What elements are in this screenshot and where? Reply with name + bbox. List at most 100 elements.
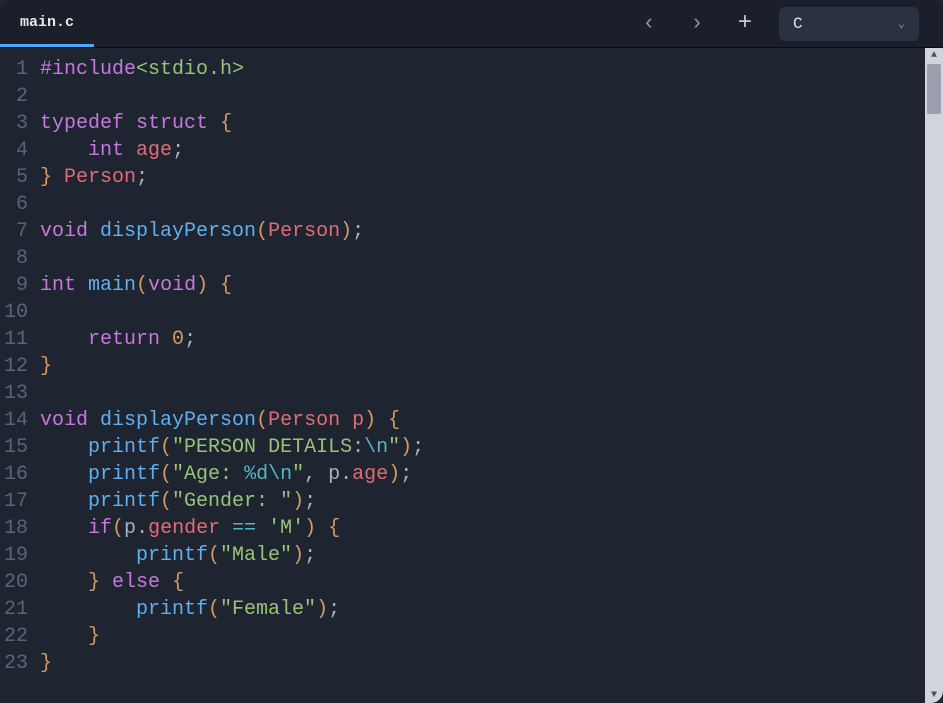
language-selector[interactable]: C ⌄ [779, 7, 919, 41]
code-content[interactable]: int main(void) { [40, 272, 925, 299]
scroll-up-arrow[interactable]: ▲ [925, 48, 943, 63]
line-number: 4 [0, 137, 40, 164]
nav-back-button[interactable]: ‹ [635, 10, 663, 38]
line-number: 12 [0, 353, 40, 380]
scroll-thumb[interactable] [927, 64, 941, 114]
code-line[interactable]: 15 printf("PERSON DETAILS:\n"); [0, 434, 925, 461]
line-number: 13 [0, 380, 40, 407]
code-content[interactable]: void displayPerson(Person p) { [40, 407, 925, 434]
line-number: 18 [0, 515, 40, 542]
token [52, 166, 64, 189]
code-line[interactable]: 3typedef struct { [0, 110, 925, 137]
token: void [40, 220, 88, 243]
code-content[interactable]: } else { [40, 569, 925, 596]
code-content[interactable]: void displayPerson(Person); [40, 218, 925, 245]
code-line[interactable]: 18 if(p.gender == 'M') { [0, 515, 925, 542]
code-content[interactable]: printf("Gender: "); [40, 488, 925, 515]
code-line[interactable]: 5} Person; [0, 164, 925, 191]
code-content[interactable]: if(p.gender == 'M') { [40, 515, 925, 542]
token: printf [136, 544, 208, 567]
token: ( [208, 544, 220, 567]
token: ; [304, 544, 316, 567]
line-number: 3 [0, 110, 40, 137]
nav-forward-button[interactable]: › [683, 10, 711, 38]
code-line[interactable]: 20 } else { [0, 569, 925, 596]
code-line[interactable]: 2 [0, 83, 925, 110]
token: gender [148, 517, 220, 540]
token: { [172, 571, 184, 594]
vertical-scrollbar[interactable]: ▲ ▼ [925, 48, 943, 703]
line-number: 5 [0, 164, 40, 191]
code-content[interactable]: printf("Female"); [40, 596, 925, 623]
code-content[interactable]: printf("PERSON DETAILS:\n"); [40, 434, 925, 461]
token: ) [304, 517, 316, 540]
scroll-down-arrow[interactable]: ▼ [925, 688, 943, 703]
token: displayPerson [100, 409, 256, 432]
code-line[interactable]: 1#include<stdio.h> [0, 56, 925, 83]
token [256, 517, 268, 540]
file-tab[interactable]: main.c [0, 0, 94, 47]
token: . [136, 517, 148, 540]
token: ; [400, 463, 412, 486]
code-content[interactable]: typedef struct { [40, 110, 925, 137]
token: age [136, 139, 172, 162]
code-line[interactable]: 17 printf("Gender: "); [0, 488, 925, 515]
code-line[interactable]: 4 int age; [0, 137, 925, 164]
token: ( [256, 409, 268, 432]
token [40, 517, 88, 540]
code-content[interactable]: printf("Male"); [40, 542, 925, 569]
code-line[interactable]: 10 [0, 299, 925, 326]
line-number: 23 [0, 650, 40, 677]
code-content[interactable]: printf("Age: %d\n", p.age); [40, 461, 925, 488]
code-line[interactable]: 23} [0, 650, 925, 677]
token: p [124, 517, 136, 540]
token [220, 517, 232, 540]
code-line[interactable]: 9int main(void) { [0, 272, 925, 299]
code-line[interactable]: 19 printf("Male"); [0, 542, 925, 569]
token: ) [196, 274, 208, 297]
code-line[interactable]: 13 [0, 380, 925, 407]
code-line[interactable]: 7void displayPerson(Person); [0, 218, 925, 245]
add-tab-button[interactable]: + [731, 10, 759, 38]
token [40, 625, 88, 648]
token: typedef [40, 112, 124, 135]
token: "PERSON DETAILS: [172, 436, 364, 459]
code-content[interactable]: return 0; [40, 326, 925, 353]
line-number: 20 [0, 569, 40, 596]
code-line[interactable]: 8 [0, 245, 925, 272]
token: . [340, 463, 352, 486]
code-line[interactable]: 11 return 0; [0, 326, 925, 353]
token: ( [160, 490, 172, 513]
code-line[interactable]: 21 printf("Female"); [0, 596, 925, 623]
token [124, 112, 136, 135]
code-content[interactable]: int age; [40, 137, 925, 164]
token: int [40, 274, 76, 297]
token [208, 112, 220, 135]
token: } [40, 652, 52, 675]
code-content[interactable]: } [40, 623, 925, 650]
token [316, 517, 328, 540]
token: Person [268, 220, 340, 243]
token: else [112, 571, 160, 594]
code-content[interactable]: #include<stdio.h> [40, 56, 925, 83]
token: ( [160, 436, 172, 459]
token: return [88, 328, 160, 351]
code-area[interactable]: 1#include<stdio.h>23typedef struct {4 in… [0, 48, 925, 703]
code-line[interactable]: 16 printf("Age: %d\n", p.age); [0, 461, 925, 488]
token: printf [88, 490, 160, 513]
token: "Male" [220, 544, 292, 567]
token: ) [292, 544, 304, 567]
code-content[interactable]: } [40, 353, 925, 380]
token: } [40, 166, 52, 189]
line-number: 6 [0, 191, 40, 218]
chevron-left-icon: ‹ [642, 11, 655, 36]
editor-body: 1#include<stdio.h>23typedef struct {4 in… [0, 48, 943, 703]
code-line[interactable]: 22 } [0, 623, 925, 650]
code-content[interactable]: } [40, 650, 925, 677]
code-line[interactable]: 6 [0, 191, 925, 218]
token: Person [64, 166, 136, 189]
code-content[interactable]: } Person; [40, 164, 925, 191]
code-line[interactable]: 14void displayPerson(Person p) { [0, 407, 925, 434]
code-line[interactable]: 12} [0, 353, 925, 380]
token: ; [136, 166, 148, 189]
